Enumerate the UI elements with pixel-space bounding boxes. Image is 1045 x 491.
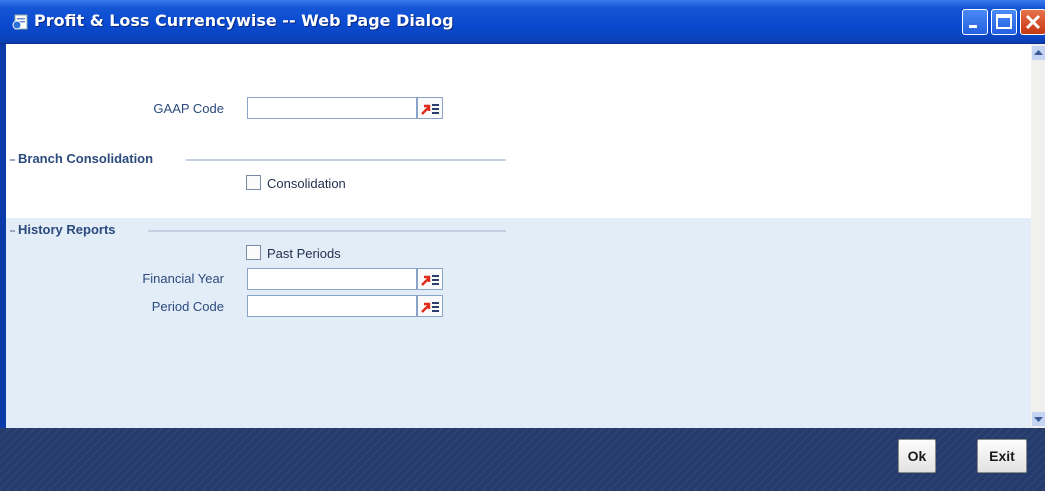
maximize-button[interactable] <box>991 9 1017 35</box>
consolidation-label: Consolidation <box>267 176 346 191</box>
close-button[interactable] <box>1020 9 1045 35</box>
past-periods-label: Past Periods <box>267 246 341 261</box>
financial-year-lov-button[interactable] <box>417 268 443 290</box>
branch-consolidation-heading: Branch Consolidation <box>18 151 154 166</box>
scroll-down-button[interactable] <box>1032 412 1045 426</box>
past-periods-checkbox[interactable] <box>246 245 261 260</box>
gaap-code-lov-button[interactable] <box>417 97 443 119</box>
dialog-footer: Ok Exit <box>0 428 1045 491</box>
period-code-lov-button[interactable] <box>417 295 443 317</box>
window-title: Profit & Loss Currencywise -- Web Page D… <box>34 11 454 30</box>
section-divider <box>148 230 506 232</box>
financial-year-input[interactable] <box>247 268 417 290</box>
consolidation-checkbox[interactable] <box>246 175 261 190</box>
gaap-code-label: GAAP Code <box>153 101 224 116</box>
exit-button[interactable]: Exit <box>977 439 1027 473</box>
gaap-code-input[interactable] <box>247 97 417 119</box>
period-code-label: Period Code <box>151 299 224 314</box>
minimize-icon <box>969 25 977 28</box>
title-bar: Profit & Loss Currencywise -- Web Page D… <box>0 0 1045 44</box>
dialog-content: GAAP Code Branch Consolidation Consolida… <box>0 44 1031 428</box>
financial-year-label: Financial Year <box>142 271 224 286</box>
arrow-up-icon <box>1034 50 1043 55</box>
period-code-input[interactable] <box>247 295 417 317</box>
section-dash <box>10 230 15 232</box>
minimize-button[interactable] <box>962 9 988 35</box>
list-of-values-icon <box>421 275 439 286</box>
list-of-values-icon <box>421 302 439 313</box>
section-divider <box>186 159 506 161</box>
vertical-scrollbar[interactable] <box>1031 44 1045 428</box>
arrow-down-icon <box>1034 417 1043 422</box>
maximize-icon <box>996 14 1012 29</box>
list-of-values-icon <box>421 104 439 115</box>
history-section-background <box>6 218 1031 428</box>
ok-button[interactable]: Ok <box>898 439 936 473</box>
scroll-up-button[interactable] <box>1032 46 1045 60</box>
page-icon <box>12 14 28 30</box>
section-dash <box>10 159 15 161</box>
history-reports-heading: History Reports <box>18 222 116 237</box>
close-icon <box>1025 14 1041 30</box>
